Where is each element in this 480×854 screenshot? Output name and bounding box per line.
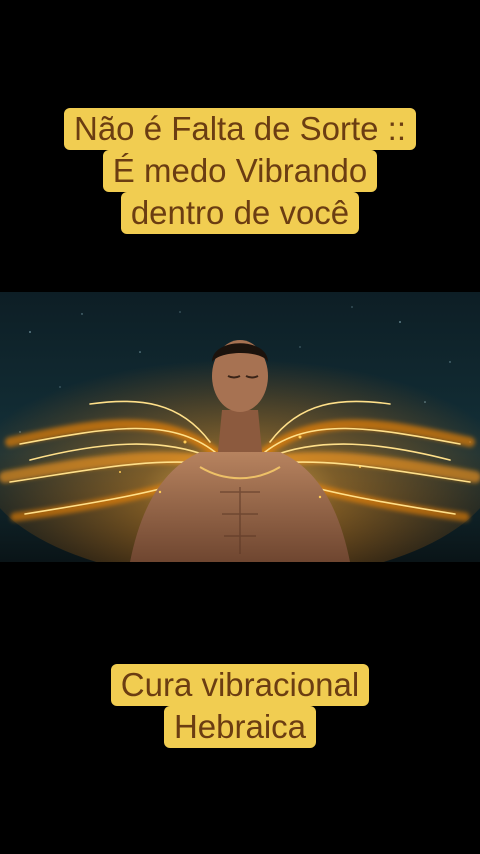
top-caption-line-1: Não é Falta de Sorte ::: [63, 108, 416, 150]
bottom-caption-line-1: Cura vibracional: [110, 664, 370, 706]
hero-image: [0, 292, 480, 562]
bottom-caption-line-2: Hebraica: [163, 706, 317, 748]
top-caption: Não é Falta de Sorte :: É medo Vibrando …: [0, 108, 480, 234]
top-caption-line-2: É medo Vibrando: [102, 150, 378, 192]
bottom-caption: Cura vibracional Hebraica: [0, 664, 480, 748]
top-caption-line-3: dentro de você: [120, 192, 360, 234]
